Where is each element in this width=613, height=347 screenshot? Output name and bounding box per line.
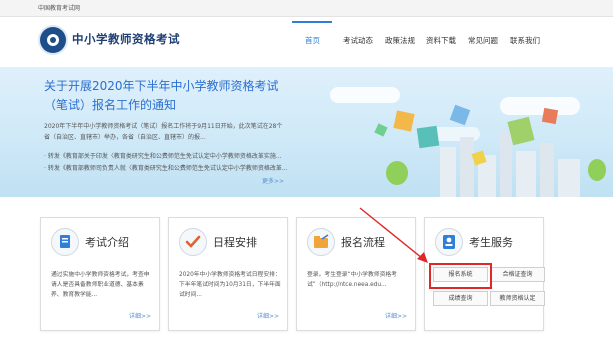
- annotation-arrow-icon: [359, 207, 428, 263]
